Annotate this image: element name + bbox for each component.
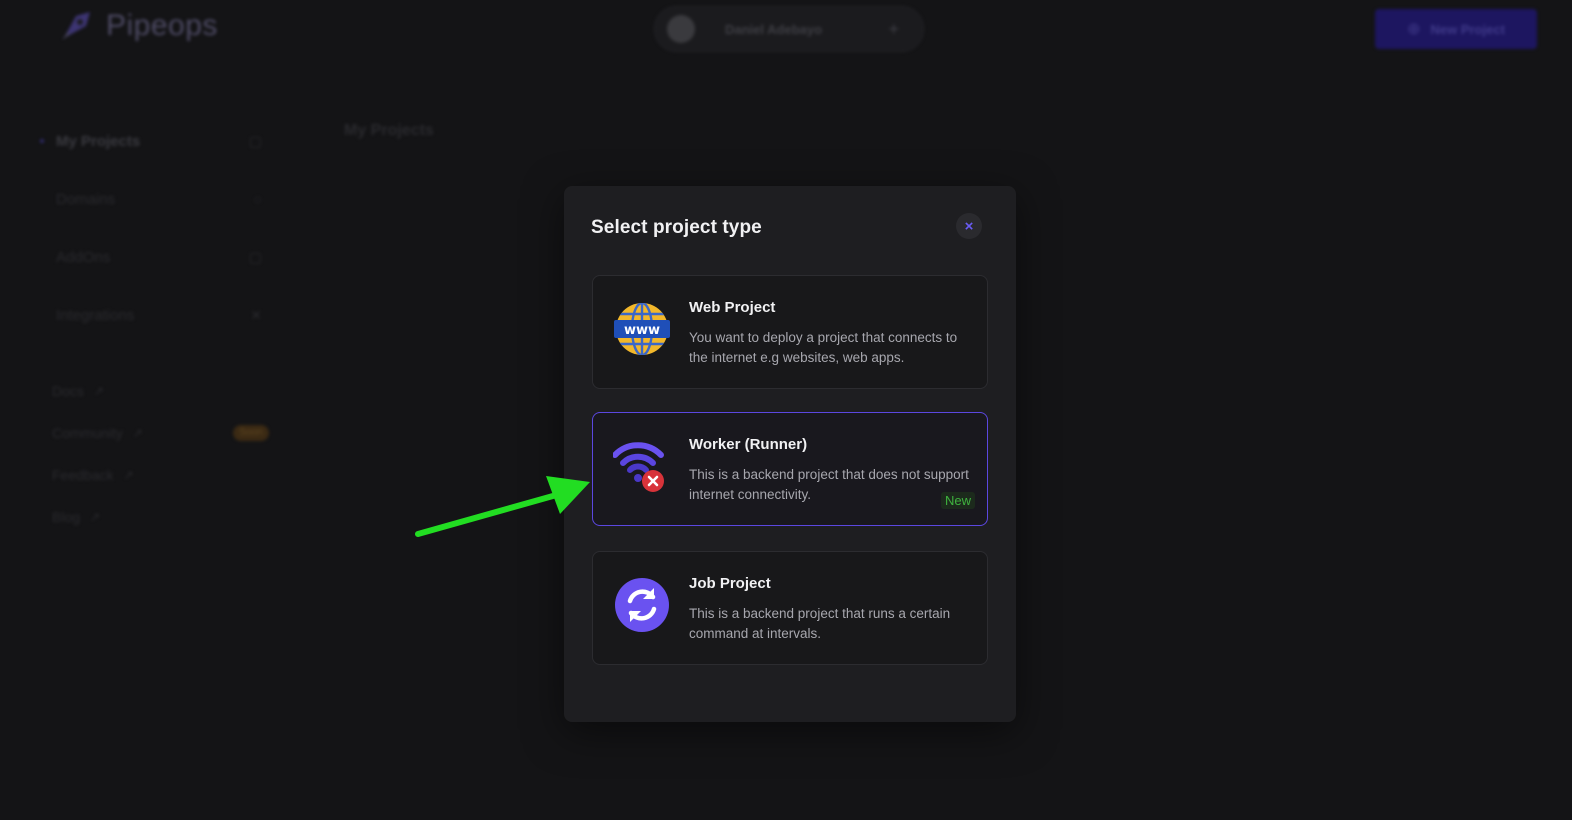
avatar [667, 15, 695, 43]
sidebar-item-integrations[interactable]: Integrations ✕ [36, 286, 276, 344]
option-web-project[interactable]: www Web Project You want to deploy a pro… [592, 275, 988, 389]
external-link-icon: ↗ [123, 468, 134, 482]
user-switcher[interactable]: Daniel Adebayo + [654, 6, 924, 52]
option-description: This is a backend project that does not … [689, 467, 969, 502]
globe-www-icon: www [614, 303, 670, 355]
page-title: My Projects [344, 122, 434, 139]
sidebar-item-addons[interactable]: AddOns ▢ [36, 228, 276, 286]
link-feedback[interactable]: Feedback ↗ [52, 454, 143, 496]
option-worker-runner[interactable]: Worker (Runner) This is a backend projec… [592, 412, 988, 526]
option-job-project[interactable]: Job Project This is a backend project th… [592, 551, 988, 665]
new-project-label: New Project [1430, 21, 1505, 37]
svg-text:www: www [624, 323, 660, 338]
refresh-cycle-icon [615, 578, 669, 632]
sidebar-item-label: Integrations [56, 306, 135, 324]
folder-icon: ▢ [248, 132, 262, 149]
rocket-logo-icon [62, 12, 90, 40]
option-title: Web Project [689, 299, 776, 316]
external-link-icon: ↗ [93, 384, 104, 398]
link-icon: ✕ [250, 306, 262, 323]
new-badge: New [940, 492, 975, 509]
close-icon: × [964, 217, 974, 235]
sidebar-item-label: Domains [56, 190, 116, 208]
user-name: Daniel Adebayo [725, 21, 823, 37]
sidebar-item-my-projects[interactable]: My Projects ▢ [36, 112, 276, 170]
plus-icon: ⊕ [1407, 21, 1421, 38]
wifi-off-icon [613, 442, 664, 492]
link-label: Blog [52, 509, 81, 525]
brand-logo[interactable]: Pipeops [56, 6, 218, 46]
sidebar-item-label: AddOns [56, 248, 111, 266]
option-description: You want to deploy a project that connec… [689, 330, 958, 365]
link-label: Feedback [52, 467, 114, 483]
select-project-type-modal: Select project type × www Web Project Yo… [564, 186, 1016, 722]
external-link-icon: ↗ [90, 510, 101, 524]
plus-icon[interactable]: + [888, 19, 899, 40]
page: Pipeops Daniel Adebayo + ⊕ New Project M… [0, 0, 1572, 820]
puzzle-icon: ▢ [248, 248, 262, 265]
option-title: Job Project [689, 575, 771, 592]
annotation-arrow [415, 476, 590, 537]
new-project-button[interactable]: ⊕ New Project [1375, 9, 1537, 49]
external-link-icon: ↗ [132, 426, 143, 440]
sidebar: My Projects ▢ Domains ○ AddOns ▢ Integra… [36, 112, 276, 344]
sidebar-item-label: My Projects [56, 132, 141, 150]
link-blog[interactable]: Blog ↗ [52, 496, 143, 538]
option-description: This is a backend project that runs a ce… [689, 606, 951, 641]
active-indicator [40, 139, 44, 143]
soon-badge: Soon [233, 425, 269, 441]
option-title: Worker (Runner) [689, 436, 808, 453]
external-links: Docs ↗ Community ↗ Feedback ↗ Blog ↗ [52, 370, 143, 538]
link-label: Community [52, 425, 123, 441]
close-button[interactable]: × [956, 213, 982, 239]
brand-name: Pipeops [106, 9, 218, 42]
globe-icon: ○ [253, 191, 262, 207]
modal-title: Select project type [591, 217, 762, 238]
link-community[interactable]: Community ↗ [52, 412, 143, 454]
link-label: Docs [52, 383, 84, 399]
sidebar-item-domains[interactable]: Domains ○ [36, 170, 276, 228]
link-docs[interactable]: Docs ↗ [52, 370, 143, 412]
